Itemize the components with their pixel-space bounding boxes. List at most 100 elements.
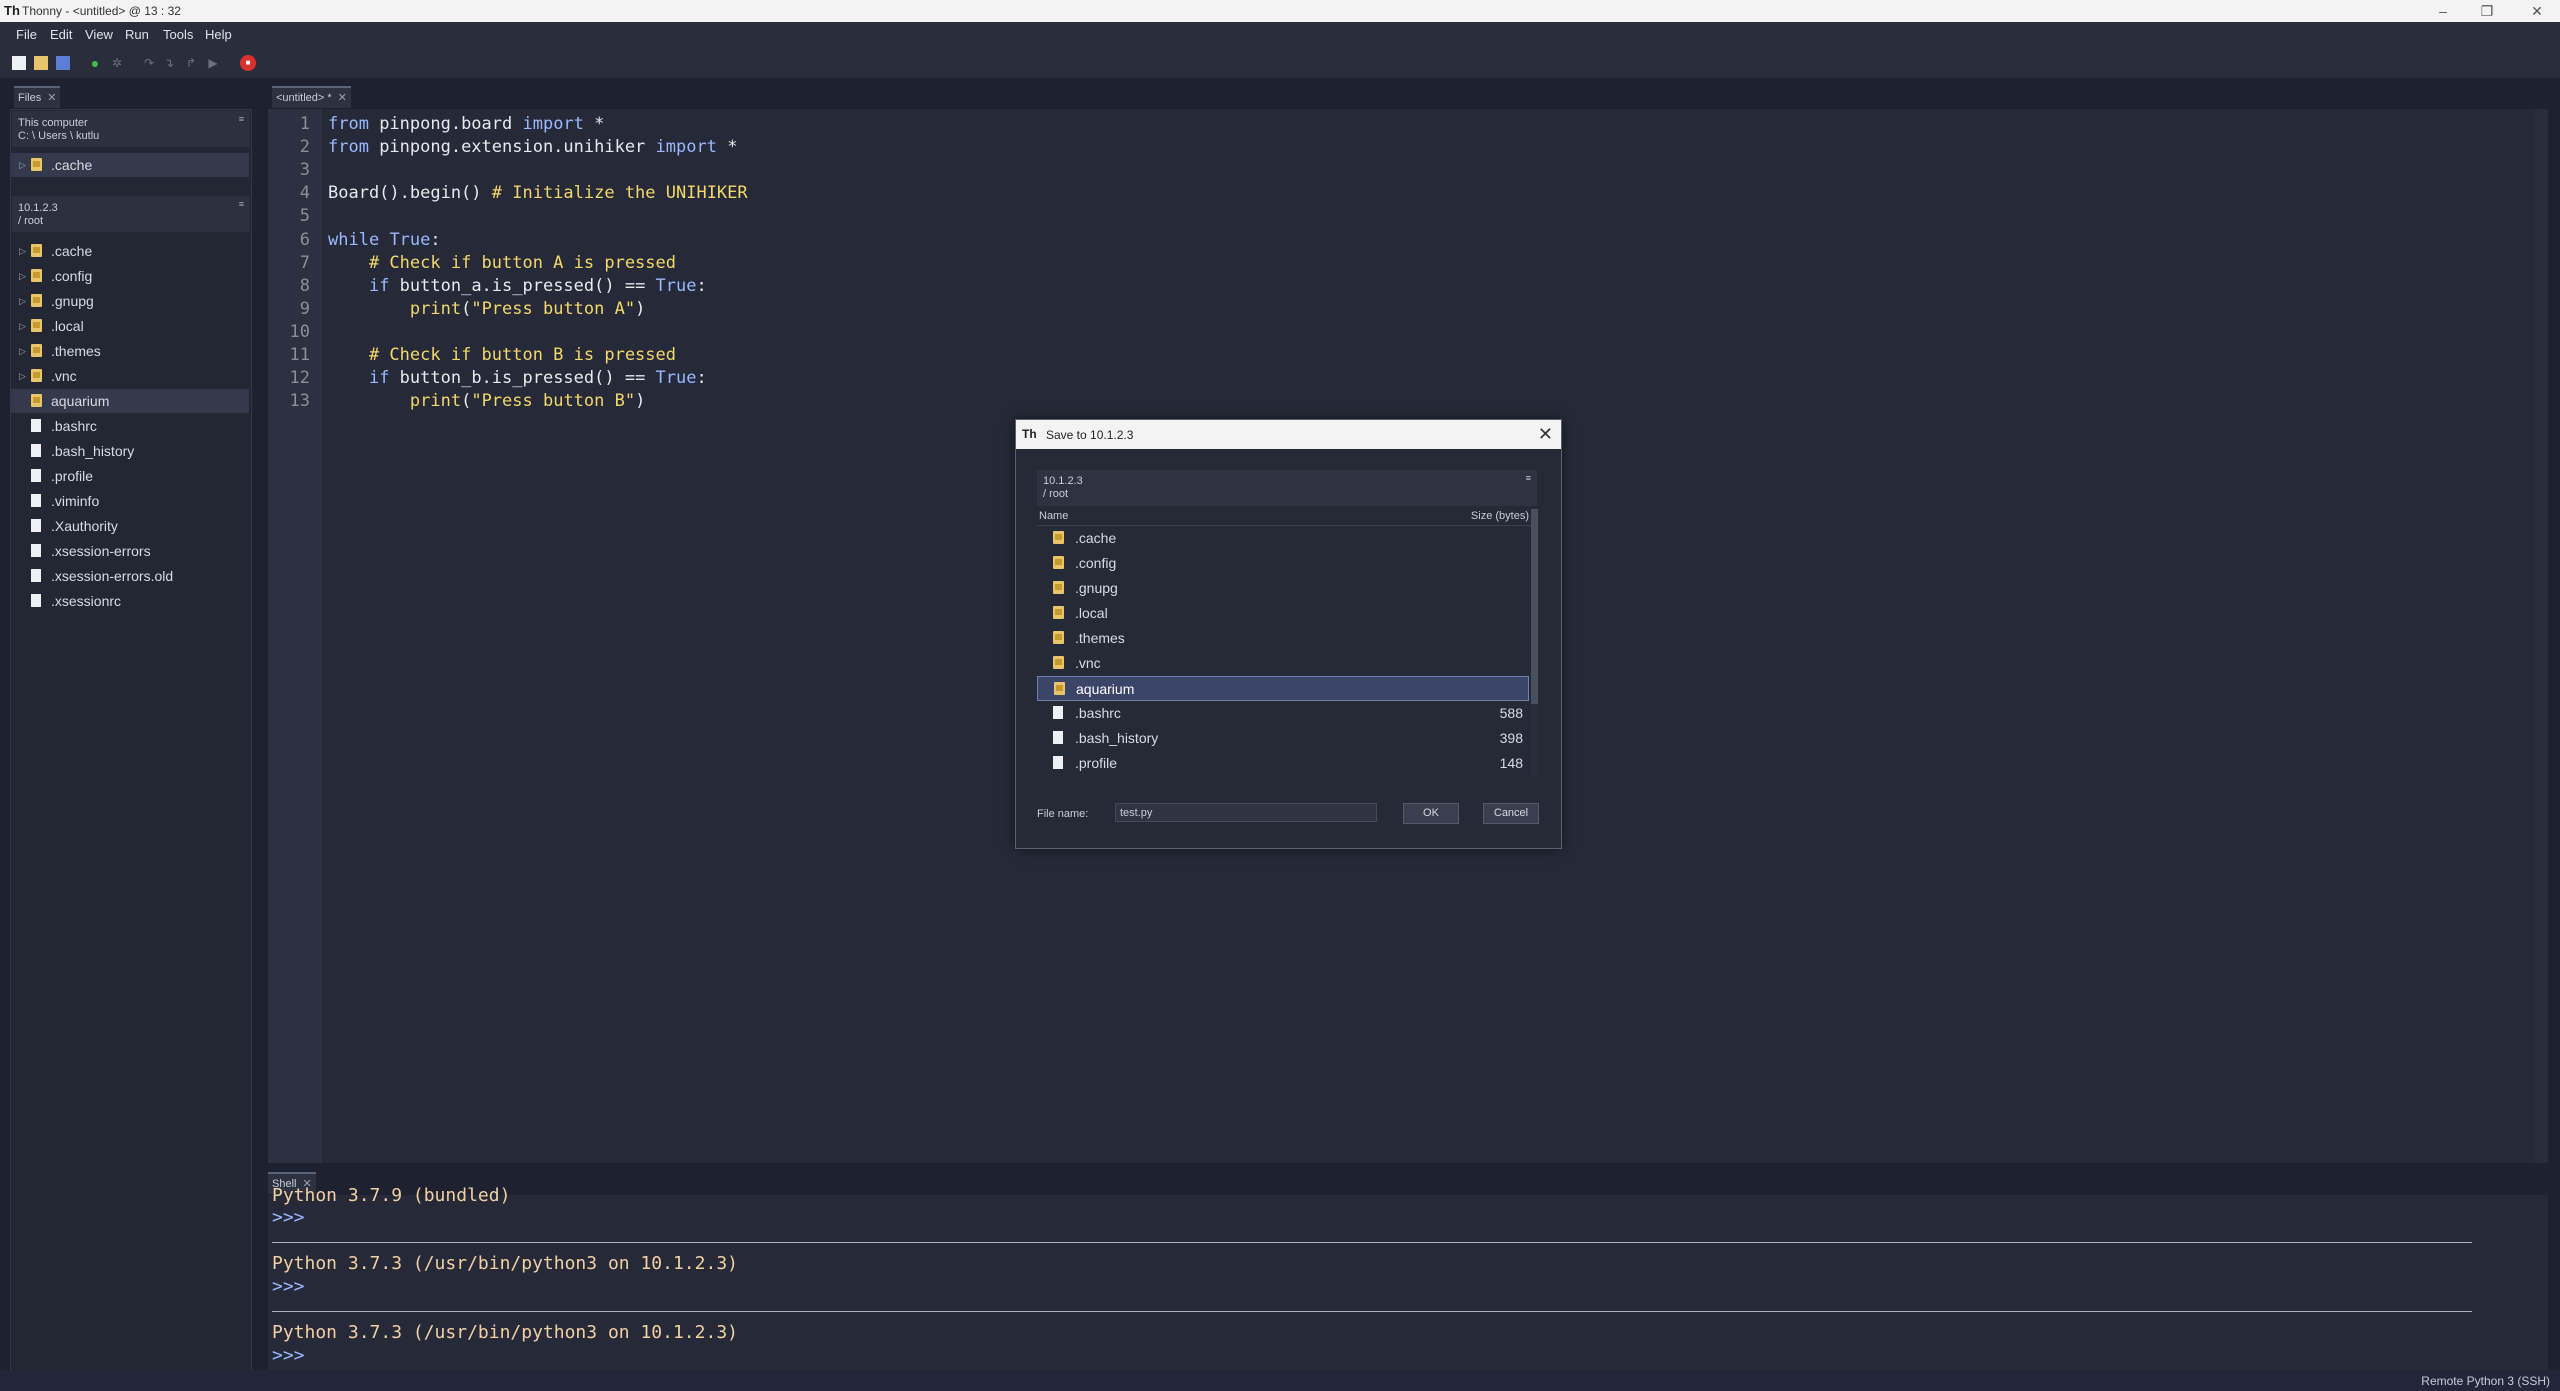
close-window-icon[interactable]: ✕ [2522, 1, 2552, 21]
dialog-item-size: 588 [1499, 705, 1523, 721]
dialog-path: / root [1043, 488, 1069, 500]
step-over-icon[interactable]: ↷ [142, 56, 156, 70]
tree-item[interactable]: .bash_history [11, 439, 249, 463]
tab-untitled[interactable]: <untitled> * ✕ [272, 86, 351, 108]
dialog-scrollbar[interactable] [1531, 509, 1538, 776]
dialog-list-item[interactable]: .bashrc 588 [1037, 701, 1529, 726]
shell-panel[interactable]: Python 3.7.9 (bundled) >>> Python 3.7.3 … [268, 1185, 2548, 1370]
tree-item[interactable]: .profile [11, 464, 249, 488]
dialog-item-name: .themes [1075, 630, 1125, 646]
menu-view[interactable]: View [85, 27, 113, 42]
filename-input[interactable] [1115, 803, 1377, 822]
stop-icon[interactable]: ■ [240, 55, 256, 71]
tree-item[interactable]: .xsession-errors [11, 539, 249, 563]
tree-item[interactable]: .xsessionrc [11, 589, 249, 613]
expand-icon[interactable]: ▷ [19, 153, 26, 177]
dialog-item-name: .profile [1075, 755, 1118, 771]
tree-item[interactable]: aquarium [11, 389, 249, 413]
tree-item[interactable]: .xsession-errors.old [11, 564, 249, 588]
dialog-list-item[interactable]: .vnc [1037, 651, 1529, 676]
code-line[interactable]: # Check if button A is pressed [328, 253, 676, 273]
ok-button[interactable]: OK [1403, 803, 1459, 824]
tree-item[interactable]: ▷ .themes [11, 339, 249, 363]
code-line[interactable]: # Check if button B is pressed [328, 345, 676, 365]
dialog-item-name: aquarium [1076, 681, 1135, 697]
local-item-cache[interactable]: ▷ .cache [11, 153, 249, 177]
code-line[interactable]: from pinpong.extension.unihiker import * [328, 137, 737, 157]
save-icon[interactable] [56, 56, 70, 70]
save-dialog: Th Save to 10.1.2.3 ✕ 10.1.2.3 / root ≡ … [1015, 419, 1562, 849]
dialog-list-item[interactable]: .profile 148 [1037, 751, 1529, 776]
dialog-list-item[interactable]: .gnupg [1037, 576, 1529, 601]
code-line[interactable]: if button_a.is_pressed() == True: [328, 276, 707, 296]
close-tab-icon[interactable]: ✕ [338, 92, 347, 104]
line-number: 6 [299, 229, 310, 250]
folder-icon [1053, 631, 1064, 644]
menu-run[interactable]: Run [125, 27, 149, 42]
run-icon[interactable]: ● [88, 56, 102, 70]
menu-edit[interactable]: Edit [50, 27, 72, 42]
remote-path: / root [18, 215, 44, 227]
column-size[interactable]: Size (bytes) [1471, 510, 1529, 522]
expand-icon[interactable]: ▷ [19, 289, 26, 313]
close-icon[interactable]: ✕ [1538, 424, 1553, 444]
dialog-list-item[interactable]: .themes [1037, 626, 1529, 651]
tree-item[interactable]: .Xauthority [11, 514, 249, 538]
code-line[interactable]: while True: [328, 230, 441, 250]
tree-item[interactable]: ▷ .gnupg [11, 289, 249, 313]
menu-file[interactable]: File [16, 27, 37, 42]
code-line[interactable]: Board().begin() # Initialize the UNIHIKE… [328, 183, 748, 203]
debug-icon[interactable]: ✲ [110, 56, 124, 70]
minimize-icon[interactable]: – [2428, 1, 2458, 21]
dialog-list-item[interactable]: .bash_history 398 [1037, 726, 1529, 751]
line-number: 3 [299, 160, 310, 181]
tree-label: .Xauthority [51, 518, 118, 534]
tree-label: .viminfo [51, 493, 100, 509]
folder-icon [31, 344, 42, 357]
dialog-list-item[interactable]: .config [1037, 551, 1529, 576]
folder-icon [1053, 556, 1064, 569]
menu-icon[interactable]: ≡ [1526, 473, 1531, 483]
menu-icon[interactable]: ≡ [239, 114, 244, 124]
scrollbar-thumb[interactable] [1531, 509, 1538, 704]
menu-tools[interactable]: Tools [163, 27, 193, 42]
interpreter-selector[interactable]: Remote Python 3 (SSH) [2421, 1374, 2550, 1388]
code-line[interactable]: print("Press button B") [328, 391, 645, 411]
menu-icon[interactable]: ≡ [239, 199, 244, 209]
open-file-icon[interactable] [34, 56, 48, 70]
tab-files[interactable]: Files ✕ [14, 86, 61, 108]
expand-icon[interactable]: ▷ [19, 339, 26, 363]
new-file-icon[interactable] [12, 56, 26, 70]
step-out-icon[interactable]: ↱ [184, 56, 198, 70]
tree-item[interactable]: .bashrc [11, 414, 249, 438]
tree-item[interactable]: ▷ .cache [11, 239, 249, 263]
code-line[interactable]: print("Press button A") [328, 299, 645, 319]
column-name[interactable]: Name [1039, 510, 1068, 522]
editor-scrollbar[interactable] [2534, 109, 2548, 1163]
dialog-list-item[interactable]: .local [1037, 601, 1529, 626]
code-line[interactable]: from pinpong.board import * [328, 114, 604, 134]
step-into-icon[interactable]: ↴ [162, 56, 176, 70]
tree-item[interactable]: ▷ .config [11, 264, 249, 288]
tree-item[interactable]: ▷ .vnc [11, 364, 249, 388]
resume-icon[interactable]: ▶ [206, 56, 220, 70]
line-number: 5 [299, 206, 310, 227]
restore-icon[interactable]: ❐ [2472, 1, 2502, 21]
dialog-item-name: .config [1075, 555, 1117, 571]
folder-icon [1053, 531, 1064, 544]
cancel-button[interactable]: Cancel [1483, 803, 1539, 824]
close-tab-icon[interactable]: ✕ [47, 92, 56, 104]
local-title: This computer [18, 117, 88, 129]
folder-icon [31, 269, 42, 282]
code-line[interactable]: if button_b.is_pressed() == True: [328, 368, 707, 388]
expand-icon[interactable]: ▷ [19, 364, 26, 388]
expand-icon[interactable]: ▷ [19, 239, 26, 263]
shell-prompt[interactable]: >>> [272, 1345, 305, 1366]
dialog-list-item[interactable]: .cache [1037, 526, 1529, 551]
tree-item[interactable]: .viminfo [11, 489, 249, 513]
dialog-list-item[interactable]: aquarium [1037, 676, 1529, 701]
expand-icon[interactable]: ▷ [19, 314, 26, 338]
tree-item[interactable]: ▷ .local [11, 314, 249, 338]
expand-icon[interactable]: ▷ [19, 264, 26, 288]
menu-help[interactable]: Help [205, 27, 232, 42]
